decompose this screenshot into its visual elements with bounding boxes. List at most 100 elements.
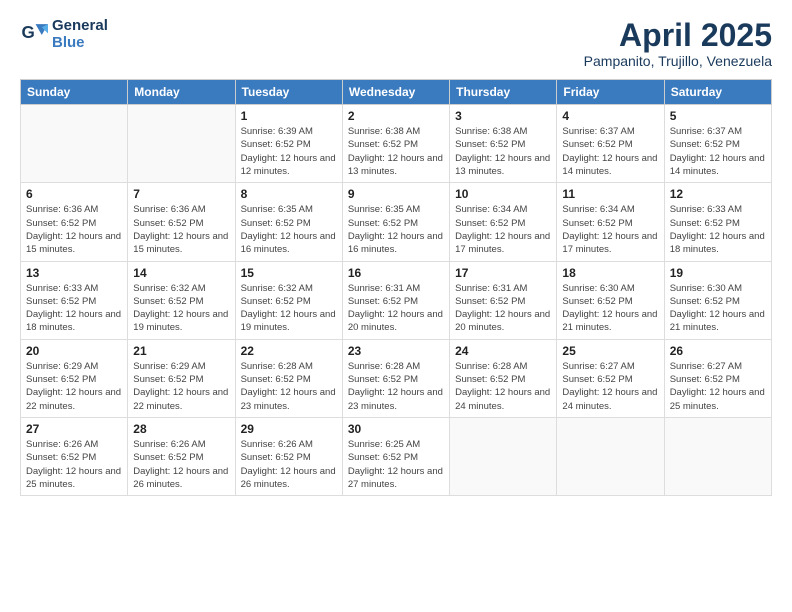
- calendar-cell: 13 Sunrise: 6:33 AM Sunset: 6:52 PM Dayli…: [21, 261, 128, 339]
- calendar-cell: [450, 417, 557, 495]
- header-tuesday: Tuesday: [235, 80, 342, 105]
- day-number: 12: [670, 187, 766, 201]
- calendar-cell: 16 Sunrise: 6:31 AM Sunset: 6:52 PM Dayli…: [342, 261, 449, 339]
- day-info: Sunrise: 6:36 AM Sunset: 6:52 PM Dayligh…: [133, 203, 229, 256]
- header-monday: Monday: [128, 80, 235, 105]
- calendar-cell: 6 Sunrise: 6:36 AM Sunset: 6:52 PM Daylig…: [21, 183, 128, 261]
- calendar-cell: [21, 105, 128, 183]
- calendar-cell: 15Sunrise: 6:32 AM Sunset: 6:52 PM Dayli…: [235, 261, 342, 339]
- day-info: Sunrise: 6:31 AM Sunset: 6:52 PM Dayligh…: [348, 282, 444, 335]
- day-info: Sunrise: 6:30 AM Sunset: 6:52 PM Dayligh…: [670, 282, 766, 335]
- calendar-cell: 18Sunrise: 6:30 AM Sunset: 6:52 PM Dayli…: [557, 261, 664, 339]
- calendar-cell: 22 Sunrise: 6:28 AM Sunset: 6:52 PM Dayli…: [235, 339, 342, 417]
- calendar-cell: 24 Sunrise: 6:28 AM Sunset: 6:52 PM Dayli…: [450, 339, 557, 417]
- day-number: 22: [241, 344, 337, 358]
- day-number: 29: [241, 422, 337, 436]
- day-number: 3: [455, 109, 551, 123]
- day-number: 17: [455, 266, 551, 280]
- month-title: April 2025: [584, 18, 772, 53]
- calendar-cell: 7Sunrise: 6:36 AM Sunset: 6:52 PM Daylig…: [128, 183, 235, 261]
- day-number: 21: [133, 344, 229, 358]
- calendar-cell: 12 Sunrise: 6:33 AM Sunset: 6:52 PM Dayli…: [664, 183, 771, 261]
- page: G General Blue April 2025 Pampanito, Tru…: [0, 0, 792, 612]
- header-friday: Friday: [557, 80, 664, 105]
- day-info: Sunrise: 6:28 AM Sunset: 6:52 PM Dayligh…: [455, 360, 551, 413]
- day-info: Sunrise: 6:28 AM Sunset: 6:52 PM Dayligh…: [241, 360, 337, 413]
- day-number: 1: [241, 109, 337, 123]
- day-number: 11: [562, 187, 658, 201]
- calendar-cell: 4 Sunrise: 6:37 AM Sunset: 6:52 PM Daylig…: [557, 105, 664, 183]
- logo-icon: G: [20, 21, 48, 49]
- calendar-cell: 19 Sunrise: 6:30 AM Sunset: 6:52 PM Dayli…: [664, 261, 771, 339]
- header-sunday: Sunday: [21, 80, 128, 105]
- day-number: 27: [26, 422, 122, 436]
- day-info: Sunrise: 6:30 AM Sunset: 6:52 PM Dayligh…: [562, 282, 658, 335]
- day-info: Sunrise: 6:27 AM Sunset: 6:52 PM Dayligh…: [670, 360, 766, 413]
- day-number: 24: [455, 344, 551, 358]
- calendar-cell: 10Sunrise: 6:34 AM Sunset: 6:52 PM Dayli…: [450, 183, 557, 261]
- day-number: 13: [26, 266, 122, 280]
- day-info: Sunrise: 6:35 AM Sunset: 6:52 PM Dayligh…: [348, 203, 444, 256]
- day-number: 9: [348, 187, 444, 201]
- logo: G General Blue: [20, 18, 108, 51]
- title-block: April 2025 Pampanito, Trujillo, Venezuel…: [584, 18, 772, 69]
- day-number: 23: [348, 344, 444, 358]
- calendar-cell: 23 Sunrise: 6:28 AM Sunset: 6:52 PM Dayli…: [342, 339, 449, 417]
- calendar-cell: 5Sunrise: 6:37 AM Sunset: 6:52 PM Daylig…: [664, 105, 771, 183]
- header-thursday: Thursday: [450, 80, 557, 105]
- day-info: Sunrise: 6:28 AM Sunset: 6:52 PM Dayligh…: [348, 360, 444, 413]
- day-info: Sunrise: 6:37 AM Sunset: 6:52 PM Dayligh…: [562, 125, 658, 178]
- day-info: Sunrise: 6:27 AM Sunset: 6:52 PM Dayligh…: [562, 360, 658, 413]
- calendar-header-row: Sunday Monday Tuesday Wednesday Thursday…: [21, 80, 772, 105]
- logo-text: General Blue: [52, 18, 108, 51]
- day-number: 8: [241, 187, 337, 201]
- svg-text:G: G: [22, 23, 35, 42]
- day-info: Sunrise: 6:34 AM Sunset: 6:52 PM Dayligh…: [562, 203, 658, 256]
- day-number: 16: [348, 266, 444, 280]
- calendar-table: Sunday Monday Tuesday Wednesday Thursday…: [20, 79, 772, 496]
- calendar-cell: 28Sunrise: 6:26 AM Sunset: 6:52 PM Dayli…: [128, 417, 235, 495]
- calendar-week-row-4: 27 Sunrise: 6:26 AM Sunset: 6:52 PM Dayli…: [21, 417, 772, 495]
- header-wednesday: Wednesday: [342, 80, 449, 105]
- day-info: Sunrise: 6:31 AM Sunset: 6:52 PM Dayligh…: [455, 282, 551, 335]
- day-number: 6: [26, 187, 122, 201]
- day-info: Sunrise: 6:39 AM Sunset: 6:52 PM Dayligh…: [241, 125, 337, 178]
- calendar-cell: 30Sunrise: 6:25 AM Sunset: 6:52 PM Dayli…: [342, 417, 449, 495]
- day-info: Sunrise: 6:32 AM Sunset: 6:52 PM Dayligh…: [241, 282, 337, 335]
- day-number: 28: [133, 422, 229, 436]
- calendar-cell: 14Sunrise: 6:32 AM Sunset: 6:52 PM Dayli…: [128, 261, 235, 339]
- calendar-cell: 25 Sunrise: 6:27 AM Sunset: 6:52 PM Dayli…: [557, 339, 664, 417]
- location: Pampanito, Trujillo, Venezuela: [584, 53, 772, 69]
- day-info: Sunrise: 6:33 AM Sunset: 6:52 PM Dayligh…: [26, 282, 122, 335]
- calendar-week-row-1: 6 Sunrise: 6:36 AM Sunset: 6:52 PM Daylig…: [21, 183, 772, 261]
- calendar-week-row-2: 13 Sunrise: 6:33 AM Sunset: 6:52 PM Dayli…: [21, 261, 772, 339]
- day-number: 5: [670, 109, 766, 123]
- day-info: Sunrise: 6:29 AM Sunset: 6:52 PM Dayligh…: [133, 360, 229, 413]
- calendar-cell: 1 Sunrise: 6:39 AM Sunset: 6:52 PM Daylig…: [235, 105, 342, 183]
- calendar-cell: 27Sunrise: 6:26 AM Sunset: 6:52 PM Dayli…: [21, 417, 128, 495]
- day-info: Sunrise: 6:26 AM Sunset: 6:52 PM Dayligh…: [241, 438, 337, 491]
- day-info: Sunrise: 6:38 AM Sunset: 6:52 PM Dayligh…: [348, 125, 444, 178]
- day-number: 20: [26, 344, 122, 358]
- day-number: 30: [348, 422, 444, 436]
- calendar-cell: 3 Sunrise: 6:38 AM Sunset: 6:52 PM Daylig…: [450, 105, 557, 183]
- calendar-cell: 9 Sunrise: 6:35 AM Sunset: 6:52 PM Daylig…: [342, 183, 449, 261]
- calendar-week-row-0: 1 Sunrise: 6:39 AM Sunset: 6:52 PM Daylig…: [21, 105, 772, 183]
- calendar-cell: [557, 417, 664, 495]
- day-info: Sunrise: 6:36 AM Sunset: 6:52 PM Dayligh…: [26, 203, 122, 256]
- calendar-cell: [664, 417, 771, 495]
- day-number: 25: [562, 344, 658, 358]
- day-number: 2: [348, 109, 444, 123]
- day-info: Sunrise: 6:38 AM Sunset: 6:52 PM Dayligh…: [455, 125, 551, 178]
- day-number: 4: [562, 109, 658, 123]
- day-info: Sunrise: 6:29 AM Sunset: 6:52 PM Dayligh…: [26, 360, 122, 413]
- day-info: Sunrise: 6:33 AM Sunset: 6:52 PM Dayligh…: [670, 203, 766, 256]
- calendar-cell: 20 Sunrise: 6:29 AM Sunset: 6:52 PM Dayli…: [21, 339, 128, 417]
- calendar-cell: 29 Sunrise: 6:26 AM Sunset: 6:52 PM Dayli…: [235, 417, 342, 495]
- calendar-cell: 21 Sunrise: 6:29 AM Sunset: 6:52 PM Dayli…: [128, 339, 235, 417]
- day-info: Sunrise: 6:35 AM Sunset: 6:52 PM Dayligh…: [241, 203, 337, 256]
- calendar-cell: 2 Sunrise: 6:38 AM Sunset: 6:52 PM Daylig…: [342, 105, 449, 183]
- calendar-cell: 8 Sunrise: 6:35 AM Sunset: 6:52 PM Daylig…: [235, 183, 342, 261]
- calendar-cell: 17 Sunrise: 6:31 AM Sunset: 6:52 PM Dayli…: [450, 261, 557, 339]
- day-number: 19: [670, 266, 766, 280]
